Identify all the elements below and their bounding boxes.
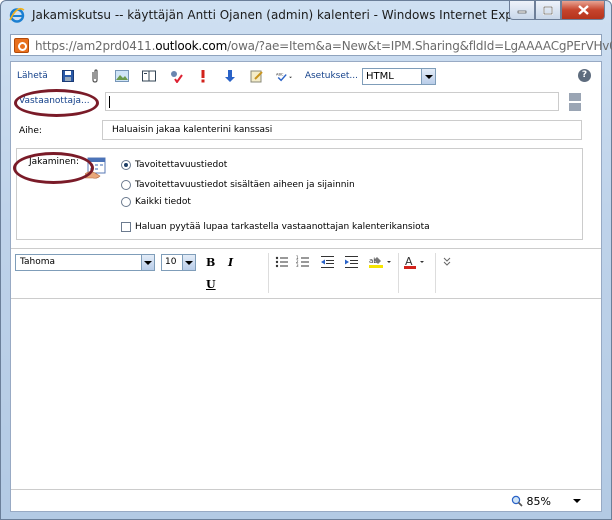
- message-body[interactable]: [11, 298, 601, 488]
- toolbar-separator: [398, 253, 399, 293]
- maximize-button[interactable]: [535, 1, 561, 20]
- insert-image-icon[interactable]: [114, 68, 130, 84]
- request-permission-label: Haluan pyytää lupaa tarkastella vastaano…: [135, 222, 430, 232]
- status-bar: 85%: [11, 489, 601, 511]
- radio-full-details[interactable]: [121, 197, 131, 207]
- subject-input[interactable]: Haluaisin jakaa kalenterini kanssasi: [102, 120, 582, 140]
- option-label: Tavoitettavuustiedot: [135, 160, 228, 170]
- address-url[interactable]: https://am2prd0411.outlook.com/owa/?ae=I…: [35, 39, 612, 53]
- option-availability-subject-location[interactable]: Tavoitettavuustiedot sisältäen aiheen ja…: [121, 180, 355, 190]
- font-value: Tahoma: [20, 257, 56, 267]
- settings-link[interactable]: Asetukset...: [305, 71, 358, 81]
- window-title: Jakamiskutsu -- käyttäjän Antti Ojanen (…: [32, 8, 541, 22]
- url-path: /owa/?ae=Item&a=New&t=IPM.Sharing&fldId=…: [227, 39, 612, 53]
- scroll-up-icon[interactable]: [569, 93, 581, 101]
- to-scrollbar[interactable]: [569, 93, 581, 111]
- url-domain: outlook.com: [155, 39, 228, 53]
- toolbar-separator: [268, 253, 269, 293]
- chevron-down-icon: [421, 68, 435, 84]
- zoom-level: 85%: [526, 495, 551, 508]
- svg-text:3: 3: [296, 263, 299, 268]
- numbered-list-icon[interactable]: 123: [296, 255, 310, 269]
- spell-check-icon[interactable]: ABC: [276, 68, 292, 84]
- compose-form: Lähetä ABC Asetukset... HTML ? Vastaanot…: [10, 61, 602, 512]
- sharing-panel: Jakaminen: Tavoitettavuustiedot Tavoitet…: [16, 148, 583, 240]
- option-label: Kaikki tiedot: [135, 197, 191, 207]
- more-options-chevron-icon[interactable]: [442, 255, 452, 269]
- decrease-indent-icon[interactable]: [321, 255, 335, 269]
- font-size-select[interactable]: 10: [161, 254, 196, 271]
- option-label: Tavoitettavuustiedot sisältäen aiheen ja…: [135, 180, 355, 190]
- to-input[interactable]: [105, 92, 559, 111]
- minimize-icon: [517, 10, 527, 14]
- compose-toolbar: Lähetä ABC Asetukset... HTML: [11, 62, 601, 90]
- internet-explorer-icon: [9, 7, 25, 23]
- font-select[interactable]: Tahoma: [15, 254, 155, 271]
- maximize-icon: [543, 5, 553, 15]
- zoom-control[interactable]: 85%: [511, 495, 551, 508]
- address-bar[interactable]: https://am2prd0411.outlook.com/owa/?ae=I…: [10, 34, 612, 56]
- font-color-icon[interactable]: A: [404, 255, 428, 269]
- text-caret: [109, 96, 110, 108]
- highlight-color-icon[interactable]: ab: [369, 255, 393, 269]
- font-size-value: 10: [165, 257, 177, 267]
- toolbar-separator: [435, 253, 436, 293]
- browser-window: Jakamiskutsu -- käyttäjän Antti Ojanen (…: [0, 0, 612, 520]
- to-row: Vastaanottaja...: [11, 92, 601, 112]
- chevron-down-icon[interactable]: [573, 499, 581, 503]
- format-select[interactable]: HTML: [362, 67, 436, 85]
- option-full-details[interactable]: Kaikki tiedot: [121, 197, 191, 207]
- outlook-favicon-icon: [14, 38, 29, 53]
- chevron-down-icon: [182, 255, 195, 270]
- annotation-ring-recipients: [14, 89, 99, 117]
- save-icon[interactable]: [60, 68, 76, 84]
- subject-label: Aihe:: [19, 126, 42, 136]
- attach-icon[interactable]: [87, 68, 103, 84]
- url-prefix: https://am2prd0411.: [35, 39, 156, 53]
- title-bar[interactable]: Jakamiskutsu -- käyttäjän Antti Ojanen (…: [1, 1, 611, 29]
- minimize-button[interactable]: [509, 1, 535, 20]
- address-book-icon[interactable]: [141, 68, 157, 84]
- option-availability[interactable]: Tavoitettavuustiedot: [121, 160, 227, 170]
- help-icon[interactable]: ?: [578, 69, 591, 82]
- request-permission-option[interactable]: Haluan pyytää lupaa tarkastella vastaano…: [121, 222, 430, 232]
- bold-button[interactable]: B: [206, 256, 215, 269]
- close-icon: [577, 5, 589, 15]
- underline-button[interactable]: U: [206, 278, 216, 291]
- bullet-list-icon[interactable]: [275, 255, 289, 269]
- format-value: HTML: [366, 70, 394, 82]
- italic-button[interactable]: I: [228, 256, 233, 269]
- low-importance-icon[interactable]: [222, 68, 238, 84]
- increase-indent-icon[interactable]: [345, 255, 359, 269]
- high-importance-icon[interactable]: [195, 68, 211, 84]
- radio-availability[interactable]: [121, 160, 131, 170]
- scroll-down-icon[interactable]: [569, 103, 581, 111]
- svg-text:ABC: ABC: [276, 72, 284, 76]
- send-button[interactable]: Lähetä: [17, 71, 48, 81]
- editor-toolbar: Tahoma 10 B I U 123 ab A: [11, 248, 601, 296]
- check-names-icon[interactable]: [168, 68, 184, 84]
- close-button[interactable]: [561, 1, 605, 20]
- annotation-ring-sharing: [13, 152, 94, 184]
- subject-value: Haluaisin jakaa kalenterini kanssasi: [112, 125, 273, 135]
- request-permission-checkbox[interactable]: [121, 222, 131, 232]
- zoom-icon: [511, 495, 523, 507]
- window-controls: [509, 1, 605, 20]
- options-icon[interactable]: [249, 68, 265, 84]
- chevron-down-icon: [141, 255, 154, 270]
- radio-availability-subject-location[interactable]: [121, 180, 131, 190]
